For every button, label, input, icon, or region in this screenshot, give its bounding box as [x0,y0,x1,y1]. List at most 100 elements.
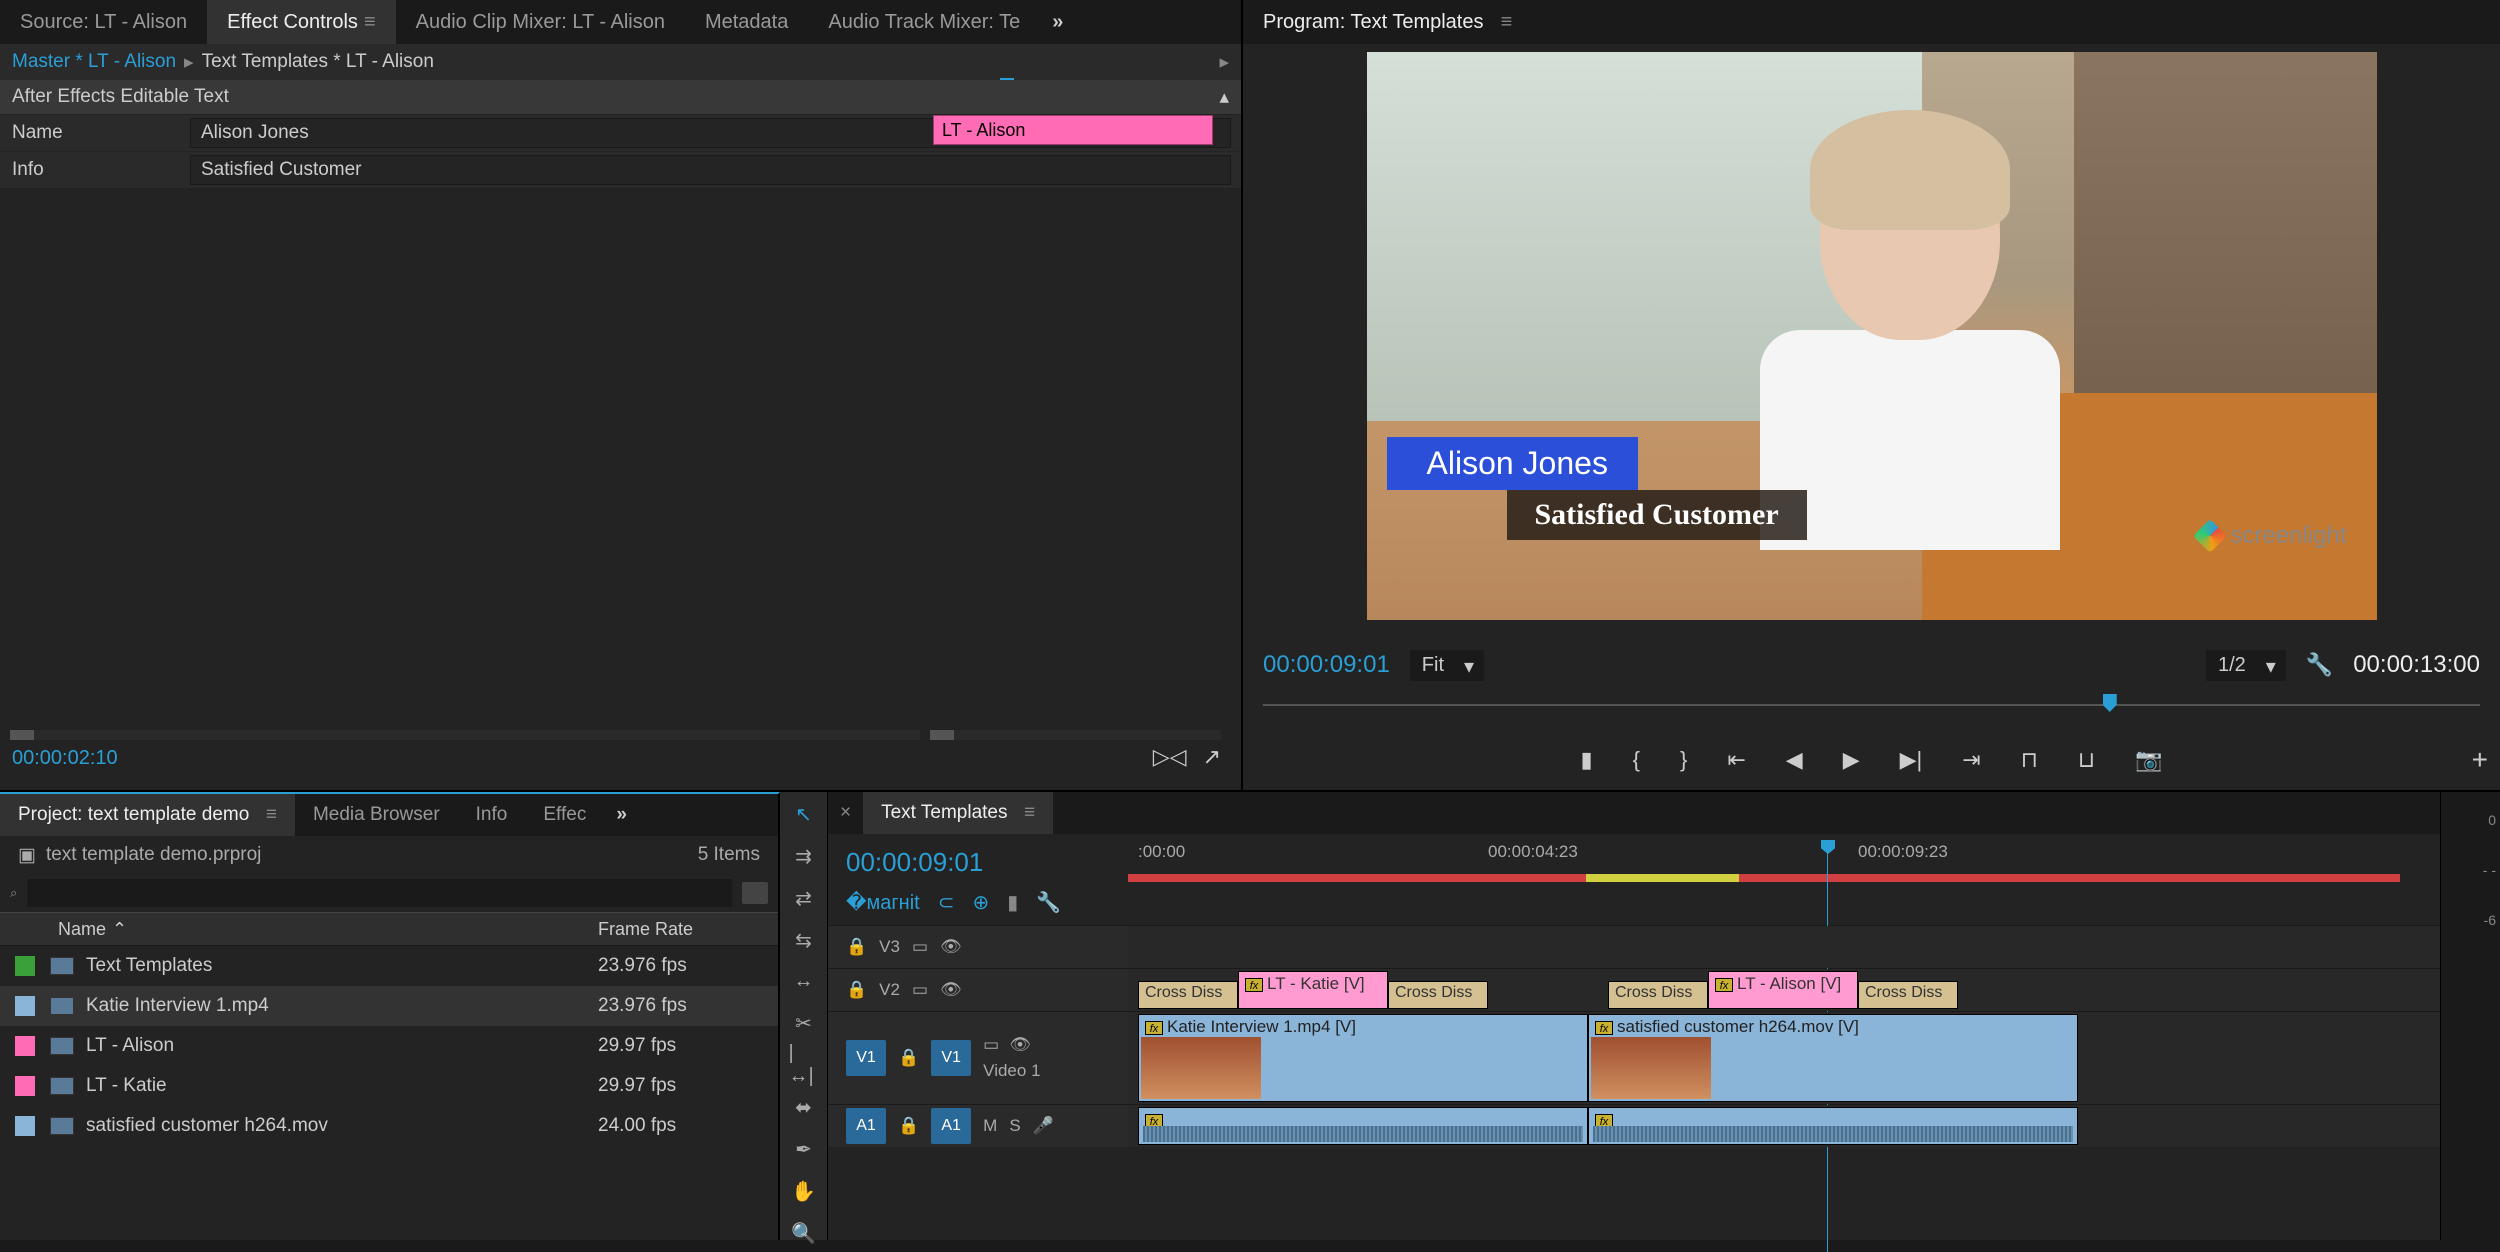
transition-clip[interactable]: Cross Diss [1138,981,1238,1009]
settings-icon[interactable]: 🔧 [2306,652,2333,678]
lock-icon[interactable]: 🔒 [846,937,867,957]
snap-toggle[interactable]: �магнit [846,890,920,915]
go-to-icon[interactable]: ▸ [1219,51,1229,74]
scrollbar-left[interactable] [10,730,920,740]
close-sequence-icon[interactable]: × [828,802,863,824]
tab-project[interactable]: Project: text template demo ≡ [0,794,295,836]
lift-button[interactable]: ⊓ [2021,747,2038,773]
add-marker-button[interactable]: ▮ [1581,747,1593,773]
video-clip[interactable]: fx [1138,1107,1588,1145]
video-clip[interactable]: fxsatisfied customer h264.mov [V] [1588,1014,2078,1102]
audio-meter[interactable]: 0 - - -6 [2440,792,2500,1240]
project-item-row[interactable]: LT - Alison 29.97 fps [0,1026,778,1066]
slip-tool[interactable]: |↔| [789,1053,819,1077]
eye-icon[interactable]: 👁 [940,980,962,1000]
pen-tool[interactable]: ✒ [789,1137,819,1161]
project-item-row[interactable]: Text Templates 23.976 fps [0,946,778,986]
target-v1[interactable]: V1 [931,1040,971,1076]
tab-metadata[interactable]: Metadata [685,0,808,44]
tab-overflow-icon[interactable]: » [1040,11,1075,34]
source-patch-a1[interactable]: A1 [846,1108,886,1144]
timeline-tc[interactable]: 00:00:09:01 [828,847,1128,878]
marker-toggle[interactable]: ▮ [1007,890,1018,915]
scrollbar-thumb[interactable] [930,730,954,740]
selection-tool[interactable]: ↖ [789,802,819,826]
lock-icon[interactable]: 🔒 [898,1116,919,1136]
lock-icon[interactable]: 🔒 [898,1048,919,1068]
panel-menu-icon[interactable]: ≡ [1014,802,1036,824]
program-monitor[interactable]: Alison Jones Satisfied Customer screenli… [1243,44,2500,640]
linked-selection-toggle[interactable]: ⊂ [938,890,955,915]
scrollbar-right[interactable] [930,730,1221,740]
button-editor-icon[interactable]: + [2472,744,2488,776]
track-head-a1[interactable]: A1 🔒 A1 M S 🎤 [828,1105,1128,1147]
video-clip[interactable]: fxLT - Alison [V] [1708,971,1858,1009]
track-select-tool[interactable]: ⇉ [789,844,819,868]
tab-info[interactable]: Info [458,794,526,836]
program-tc-current[interactable]: 00:00:09:01 [1263,651,1390,679]
search-input[interactable] [27,879,732,907]
track-head-v3[interactable]: 🔒 V3 ▭ 👁 [828,926,1128,968]
project-item-row[interactable]: satisfied customer h264.mov 24.00 fps [0,1106,778,1146]
dropdown-arrow-icon[interactable]: ▸ [184,51,194,74]
voice-over-icon[interactable]: 🎤 [1033,1116,1054,1136]
program-playhead-icon[interactable] [2103,694,2117,712]
target-a1[interactable]: A1 [931,1108,971,1144]
go-to-out-button[interactable]: ⇥ [1962,747,1980,773]
tab-audio-track-mixer[interactable]: Audio Track Mixer: Te [808,0,1040,44]
zoom-dropdown[interactable]: Fit [1410,650,1484,681]
scrollbar-thumb[interactable] [10,730,34,740]
mark-in-button[interactable]: { [1633,747,1640,773]
panel-menu-icon[interactable]: ≡ [1489,11,1512,34]
track-content-v3[interactable] [1128,926,2440,968]
video-clip[interactable]: fx [1588,1107,2078,1145]
loop-icon[interactable]: ▷◁ [1153,744,1187,770]
ripple-edit-tool[interactable]: ⇄ [789,886,819,910]
track-content-v1[interactable]: fxKatie Interview 1.mp4 [V]fxsatisfied c… [1128,1012,2440,1104]
column-name[interactable]: Name ⌃ [50,919,598,940]
go-to-in-button[interactable]: ⇤ [1727,747,1745,773]
transition-clip[interactable]: Cross Diss [1388,981,1488,1009]
settings-toggle[interactable]: 🔧 [1036,890,1061,915]
mark-out-button[interactable]: } [1680,747,1687,773]
panel-menu-icon[interactable]: ≡ [255,804,277,826]
effect-tc[interactable]: 00:00:02:10 [12,747,118,770]
rolling-edit-tool[interactable]: ⇆ [789,928,819,952]
extract-button[interactable]: ⊔ [2078,747,2095,773]
timeline-ruler[interactable]: :00:00 00:00:04:23 00:00:09:23 [1128,842,2440,882]
video-clip[interactable]: fxLT - Katie [V] [1238,971,1388,1009]
timeline-playhead-icon[interactable] [1821,840,1835,854]
bin-icon[interactable]: ▣ [18,844,36,867]
panel-menu-icon[interactable]: ≡ [364,11,376,34]
tab-media-browser[interactable]: Media Browser [295,794,458,836]
export-frame-button[interactable]: 📷 [2135,747,2162,773]
tab-overflow-icon[interactable]: » [604,804,639,826]
video-clip[interactable]: fxKatie Interview 1.mp4 [V] [1138,1014,1588,1102]
razor-tool[interactable]: ✂ [789,1011,819,1035]
column-framerate[interactable]: Frame Rate [598,919,778,940]
sync-lock-icon[interactable]: ▭ [912,937,928,957]
source-patch-v1[interactable]: V1 [846,1040,886,1076]
export-icon[interactable]: ↗ [1203,744,1221,770]
project-item-row[interactable]: LT - Katie 29.97 fps [0,1066,778,1106]
program-ruler[interactable] [1263,690,2480,730]
play-button[interactable]: ▶ [1843,747,1860,773]
master-clip-link[interactable]: Master * LT - Alison [12,51,176,73]
solo-icon[interactable]: S [1009,1116,1020,1136]
eye-icon[interactable]: 👁 [1009,1035,1031,1055]
rate-stretch-tool[interactable]: ↔ [789,970,819,993]
zoom-tool[interactable]: 🔍 [789,1221,819,1245]
collapse-icon[interactable]: ▴ [1219,86,1229,109]
tab-source[interactable]: Source: LT - Alison [0,0,207,44]
tab-program[interactable]: Program: Text Templates ≡ [1243,0,1532,44]
hand-tool[interactable]: ✋ [789,1179,819,1203]
track-head-v1[interactable]: V1 🔒 V1 ▭👁 Video 1 [828,1012,1128,1104]
track-head-v2[interactable]: 🔒 V2 ▭ 👁 [828,969,1128,1011]
tab-effect-controls[interactable]: Effect Controls≡ [207,0,395,44]
add-marker-toggle[interactable]: ⊕ [973,890,990,915]
eye-icon[interactable]: 👁 [940,937,962,957]
project-item-row[interactable]: Katie Interview 1.mp4 23.976 fps [0,986,778,1026]
mute-icon[interactable]: M [983,1116,997,1136]
ae-editable-text-section[interactable]: After Effects Editable Text ▴ [0,80,1241,114]
track-content-a1[interactable]: fxfx [1128,1105,2440,1147]
